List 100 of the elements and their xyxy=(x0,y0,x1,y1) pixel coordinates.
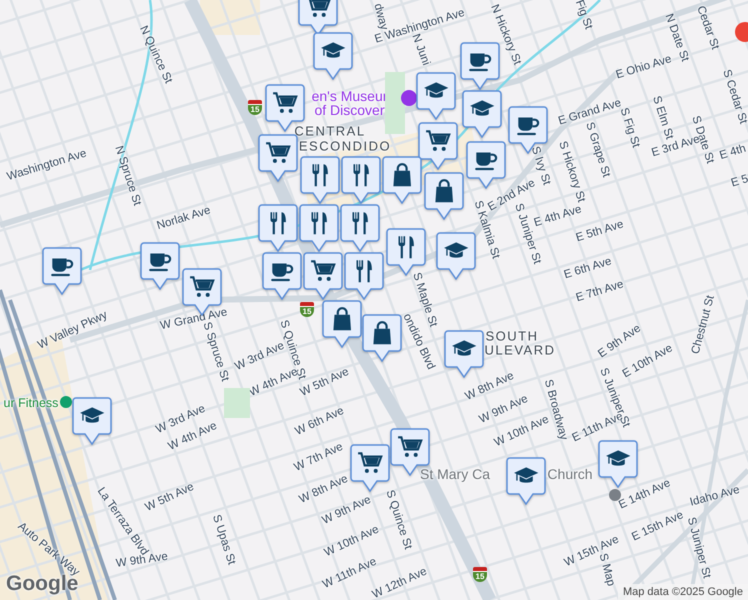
street-label: S Elm St xyxy=(650,94,674,141)
highway-shield: 15 xyxy=(473,567,487,582)
map-pin[interactable] xyxy=(300,156,340,204)
map-pin[interactable] xyxy=(508,106,548,154)
place-label: St Mary Ca xyxy=(420,467,490,481)
place-label: ur Fitness xyxy=(4,396,58,410)
shopping-bag-icon xyxy=(333,307,351,330)
map-pin[interactable] xyxy=(42,247,82,295)
map-pin[interactable] xyxy=(462,90,502,138)
map-pin[interactable] xyxy=(598,440,638,488)
shopping-bag-icon xyxy=(373,321,391,344)
graduation-cap-icon xyxy=(444,242,468,258)
street-label: Idaho Ave xyxy=(688,484,742,510)
street-label: E 7th Ave xyxy=(574,279,626,305)
park-area xyxy=(385,72,405,134)
street-label: S Fig St xyxy=(618,106,641,150)
fork-knife-icon xyxy=(312,212,327,234)
map-pin[interactable] xyxy=(362,314,402,362)
map-attribution: Map data ©2025 Google xyxy=(618,584,748,600)
street-label: Chestnut St xyxy=(690,294,718,356)
shopping-cart-icon xyxy=(311,260,336,281)
street-label: W 3rd Ave xyxy=(234,340,286,373)
coffee-cup-icon xyxy=(469,54,492,72)
district-label: ESCONDIDO xyxy=(298,140,392,152)
shopping-cart-icon xyxy=(426,130,451,151)
park-area xyxy=(224,388,250,418)
fork-knife-icon xyxy=(398,236,414,258)
map-pin[interactable] xyxy=(140,242,180,290)
shopping-cart-icon xyxy=(358,452,383,473)
street-label: W Valley Pkwy xyxy=(36,310,110,352)
map-pin[interactable] xyxy=(424,172,464,220)
map-pin[interactable] xyxy=(382,156,422,204)
street-label: E 14th Ave xyxy=(617,478,673,512)
street-label: Cedar St xyxy=(694,4,720,52)
map-pin[interactable] xyxy=(344,252,384,300)
coffee-cup-icon xyxy=(271,264,294,282)
map-pin[interactable] xyxy=(444,330,484,378)
street-label: S Juniper St xyxy=(684,516,712,580)
shopping-cart-icon xyxy=(273,92,298,113)
street-label: S Cedar St xyxy=(720,68,748,126)
graduation-cap-icon xyxy=(80,407,104,423)
fork-knife-icon xyxy=(352,212,368,234)
map-pin[interactable] xyxy=(350,444,390,492)
highway-shield: 15 xyxy=(248,100,262,115)
street-label: S Upas St xyxy=(210,514,236,566)
graduation-cap-icon xyxy=(424,82,448,98)
street-label: W 10th Ave xyxy=(323,524,381,560)
district-label: CENTRAL xyxy=(294,124,366,138)
shopping-cart-icon xyxy=(306,0,331,17)
district-label: SOUTH xyxy=(486,330,538,342)
map-pin[interactable] xyxy=(262,252,302,300)
graduation-cap-icon xyxy=(606,450,630,466)
coffee-cup-icon xyxy=(475,152,498,170)
shopping-cart-icon xyxy=(190,276,215,297)
shopping-bag-icon xyxy=(393,163,411,186)
street-label: Fig St xyxy=(572,0,594,32)
graduation-cap-icon xyxy=(452,340,476,356)
street-label: E 15th Ave xyxy=(630,510,686,544)
map-pin[interactable] xyxy=(313,32,353,80)
map-pin[interactable] xyxy=(436,232,476,280)
highway-shield: 15 xyxy=(300,302,314,317)
place-label: Church xyxy=(547,467,593,481)
map-pin[interactable] xyxy=(340,204,380,252)
map-pin[interactable] xyxy=(418,122,458,170)
street-label: E 6th Ave xyxy=(562,256,614,282)
coffee-cup-icon xyxy=(149,254,172,272)
street-label: S Map xyxy=(596,552,616,588)
fork-knife-icon xyxy=(270,212,286,234)
street-label: W 5th Ave xyxy=(144,482,196,514)
street-label: W 6th Ave xyxy=(294,406,346,438)
graduation-cap-icon xyxy=(470,100,494,116)
street-label: E Ohio Ave xyxy=(614,54,674,82)
street-label: W 7th Ave xyxy=(292,442,346,474)
street-label: W 12th Ave xyxy=(371,566,429,600)
map-pin[interactable] xyxy=(466,141,506,189)
street-label: W 9th Ave xyxy=(478,394,530,426)
street-label: S Spruce St xyxy=(200,321,230,383)
fork-knife-icon xyxy=(356,260,372,282)
map-pin[interactable] xyxy=(258,134,298,182)
fork-knife-icon xyxy=(312,164,328,186)
graduation-cap-icon xyxy=(514,467,538,483)
coffee-cup-icon xyxy=(51,258,74,276)
map-pin[interactable] xyxy=(341,156,381,204)
street-label: E 4th xyxy=(718,144,748,162)
map-pin[interactable] xyxy=(416,72,456,120)
map-pin[interactable] xyxy=(258,204,298,252)
shopping-cart-icon xyxy=(398,436,423,457)
street-label: S Quince St xyxy=(383,489,413,551)
map-pin[interactable] xyxy=(303,252,343,300)
street-label: N Spruce St xyxy=(112,144,142,208)
map-pin[interactable] xyxy=(506,457,546,505)
graduation-cap-icon xyxy=(321,42,346,58)
shopping-bag-icon xyxy=(435,179,453,202)
district-label: ULEVARD xyxy=(484,344,556,356)
map-pin[interactable] xyxy=(299,204,339,252)
shopping-cart-icon xyxy=(266,142,291,163)
map-pin[interactable] xyxy=(72,397,112,445)
coffee-cup-icon xyxy=(517,118,540,136)
map-pin[interactable] xyxy=(322,300,362,348)
street-label: Norlak Ave xyxy=(156,205,212,233)
